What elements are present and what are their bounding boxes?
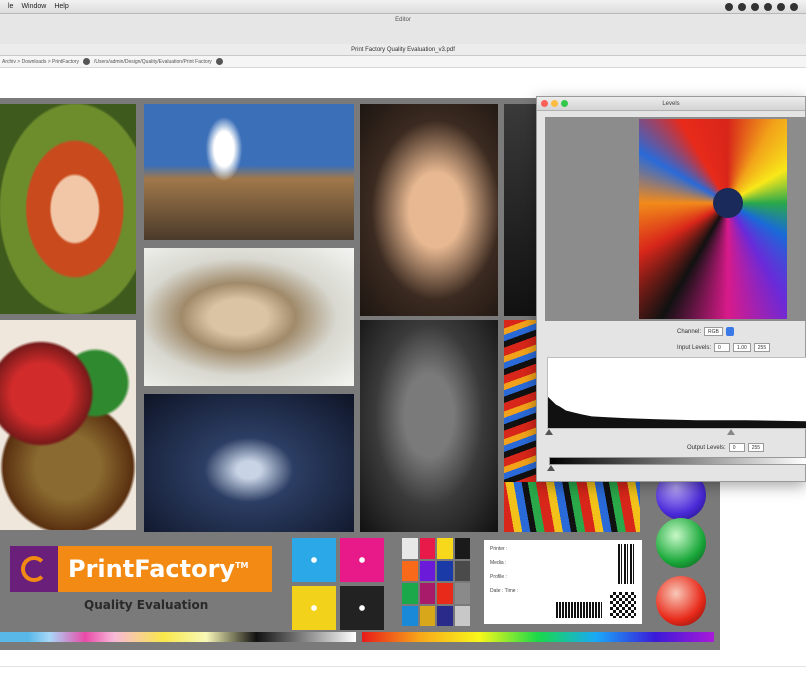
form-printer-label: Printer : bbox=[490, 546, 508, 552]
path-right[interactable]: /Users/admin/Design/Quality/Evaluation/P… bbox=[94, 59, 212, 65]
photo-old-man bbox=[360, 320, 498, 532]
histogram bbox=[547, 357, 806, 429]
levels-preview bbox=[545, 117, 806, 321]
levels-title: Levels bbox=[662, 101, 680, 107]
menu-item-help[interactable]: Help bbox=[54, 3, 68, 10]
output-levels-label: Output Levels: bbox=[687, 444, 726, 451]
output-white-field[interactable]: 255 bbox=[747, 443, 765, 452]
output-levels-row: Output Levels: 0 255 bbox=[687, 443, 765, 452]
quality-evaluation-label: Quality Evaluation bbox=[84, 598, 209, 612]
color-patches bbox=[402, 538, 470, 626]
photo-geysers bbox=[144, 104, 354, 240]
chevron-down-icon[interactable] bbox=[725, 327, 734, 336]
photo-woman-hair bbox=[144, 248, 354, 386]
app-titlebar: Editor bbox=[0, 14, 806, 44]
qr-code bbox=[610, 592, 636, 618]
preview-image-pencils bbox=[639, 119, 787, 319]
status-icon-6[interactable] bbox=[790, 2, 798, 11]
input-gamma-slider[interactable] bbox=[727, 429, 735, 435]
photo-pencils-bottom bbox=[504, 482, 640, 532]
channel-row: Channel: RGB bbox=[677, 327, 734, 336]
logo-mark-icon bbox=[10, 546, 58, 592]
photo-tunnel bbox=[144, 394, 354, 532]
output-black-slider[interactable] bbox=[547, 465, 555, 471]
barcode-horizontal bbox=[556, 602, 602, 618]
app-title: Editor bbox=[395, 17, 411, 23]
photo-fruit bbox=[0, 320, 136, 530]
path-bar: Archiv > Downloads > PrintFactory /Users… bbox=[0, 56, 806, 68]
input-black-slider[interactable] bbox=[545, 429, 553, 435]
photo-woman-red-hair bbox=[0, 104, 136, 314]
output-black-field[interactable]: 0 bbox=[728, 443, 745, 452]
status-icon-2[interactable] bbox=[738, 2, 746, 11]
status-icon-5[interactable] bbox=[777, 2, 785, 11]
menu-item-file[interactable]: le bbox=[8, 3, 13, 10]
document-titlebar: Print Factory Quality Evaluation_v3.pdf bbox=[0, 44, 806, 56]
cmyk-gradient-strip bbox=[0, 632, 356, 642]
info-form: Printer : Media : Profile : Date : Time … bbox=[484, 540, 642, 624]
close-icon[interactable] bbox=[541, 100, 548, 107]
divider bbox=[0, 666, 806, 667]
yellow-star-target bbox=[292, 586, 336, 630]
input-levels-row: Input Levels: 0 1.00 255 bbox=[677, 343, 771, 352]
levels-window[interactable]: Levels Channel: RGB Input Levels: 0 1.00… bbox=[536, 96, 806, 482]
form-media-label: Media : bbox=[490, 560, 507, 566]
photo-motorcycle bbox=[504, 104, 540, 316]
input-gamma-field[interactable]: 1.00 bbox=[733, 343, 751, 352]
globe-icon[interactable] bbox=[215, 58, 223, 65]
barcode-vertical bbox=[618, 544, 636, 584]
cyan-star-target bbox=[292, 538, 336, 582]
channel-select[interactable]: RGB bbox=[704, 327, 723, 336]
printfactory-logo: PrintFactoryTM bbox=[10, 546, 272, 592]
status-icon-3[interactable] bbox=[751, 2, 759, 11]
input-white-field[interactable]: 255 bbox=[753, 343, 771, 352]
magenta-star-target bbox=[340, 538, 384, 582]
histogram-graph bbox=[548, 396, 806, 428]
status-icon-4[interactable] bbox=[764, 2, 772, 11]
levels-titlebar[interactable]: Levels bbox=[537, 97, 805, 111]
red-sphere bbox=[656, 576, 706, 626]
photo-woman-sitting bbox=[360, 104, 498, 316]
rainbow-gradient-strip bbox=[362, 632, 714, 642]
channel-label: Channel: bbox=[677, 328, 702, 335]
document-title: Print Factory Quality Evaluation_v3.pdf bbox=[351, 47, 455, 53]
green-sphere bbox=[656, 518, 706, 568]
status-icon-1[interactable] bbox=[725, 2, 733, 11]
logo-text: PrintFactoryTM bbox=[68, 555, 249, 583]
folder-icon[interactable] bbox=[82, 58, 90, 65]
input-levels-label: Input Levels: bbox=[677, 344, 712, 351]
output-gradient bbox=[549, 457, 806, 465]
black-star-target bbox=[340, 586, 384, 630]
menu-bar: le Window Help bbox=[0, 0, 806, 14]
path-left[interactable]: Archiv > Downloads > PrintFactory bbox=[2, 59, 79, 65]
menu-item-window[interactable]: Window bbox=[21, 3, 46, 10]
status-icons bbox=[725, 2, 798, 11]
minimize-icon[interactable] bbox=[551, 100, 558, 107]
input-black-field[interactable]: 0 bbox=[714, 343, 731, 352]
traffic-lights bbox=[541, 100, 568, 107]
form-profile-label: Profile : bbox=[490, 574, 507, 580]
zoom-icon[interactable] bbox=[561, 100, 568, 107]
